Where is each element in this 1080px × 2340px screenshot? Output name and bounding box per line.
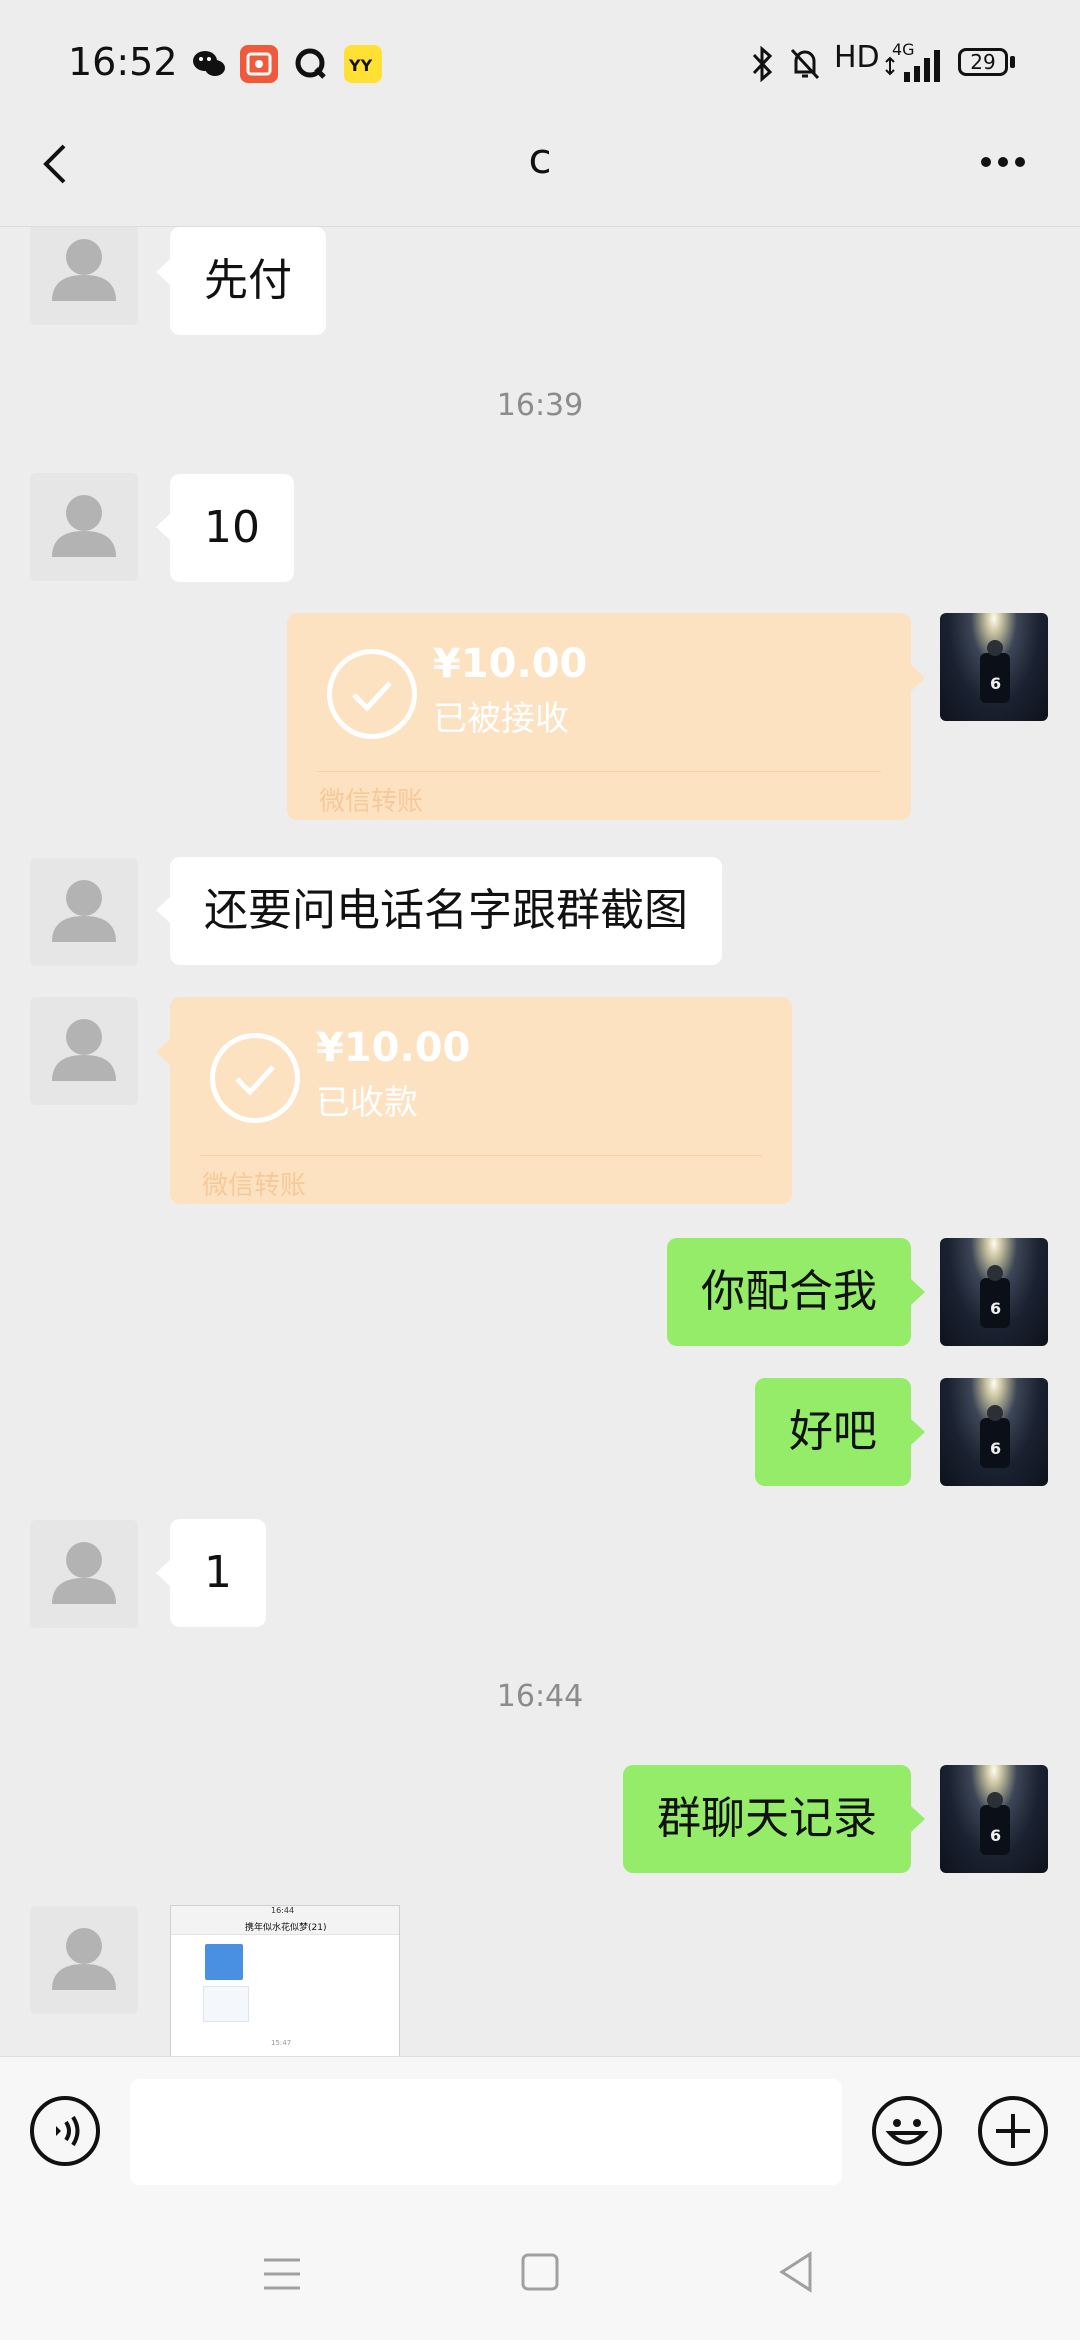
- thumb-grid: [203, 1986, 249, 2022]
- triangle-back-icon: [779, 2251, 812, 2293]
- message-bubble[interactable]: 群聊天记录: [623, 1765, 911, 1873]
- message-bubble[interactable]: 好吧: [755, 1378, 911, 1486]
- bubble-tail: [156, 1560, 170, 1586]
- home-nav-button[interactable]: [520, 2252, 560, 2296]
- network-type: 4G: [892, 40, 915, 59]
- bubble-tail: [156, 514, 170, 540]
- self-avatar[interactable]: 6: [940, 1378, 1048, 1486]
- square-home-icon: [521, 2253, 559, 2291]
- contact-avatar[interactable]: [30, 227, 138, 325]
- message-bubble[interactable]: 你配合我: [667, 1238, 911, 1346]
- bubble-tail: [156, 1039, 170, 1065]
- default-avatar-icon: [52, 495, 116, 557]
- svg-text:6: 6: [990, 674, 1001, 693]
- contact-avatar[interactable]: [30, 1520, 138, 1628]
- self-avatar[interactable]: 6: [940, 1238, 1048, 1346]
- more-functions-button[interactable]: [978, 2096, 1048, 2166]
- emoji-button[interactable]: [872, 2096, 942, 2166]
- more-dots-icon: [981, 157, 1025, 167]
- transfer-label: 微信转账: [202, 1171, 307, 1201]
- voice-icon: [56, 2115, 80, 2147]
- transfer-amount: ¥10.00: [433, 641, 588, 687]
- yy-icon: YY: [344, 45, 382, 83]
- transfer-amount: ¥10.00: [316, 1025, 471, 1071]
- contact-avatar[interactable]: [30, 858, 138, 966]
- default-avatar-icon: [52, 880, 116, 942]
- thumb-title: 携年似水花似梦(21): [245, 1923, 327, 1933]
- message-bubble[interactable]: 还要问电话名字跟群截图: [170, 857, 722, 965]
- player-photo: 6: [980, 1792, 1010, 1855]
- player-photo: 6: [980, 1405, 1010, 1468]
- menu-lines-icon: [264, 2258, 300, 2290]
- back-button[interactable]: [30, 132, 90, 192]
- bubble-tail: [156, 897, 170, 923]
- video-app-icon: [240, 45, 278, 83]
- system-navigation-bar: [0, 2186, 1080, 2340]
- battery-tip: [1010, 56, 1015, 68]
- divider: [200, 1155, 762, 1156]
- thumb-timestamp: 15:47: [271, 2039, 292, 2047]
- timestamp: 16:39: [496, 388, 584, 423]
- voice-button[interactable]: [30, 2096, 100, 2166]
- transfer-label: 微信转账: [319, 787, 424, 817]
- svg-text:YY: YY: [348, 56, 373, 75]
- message-bubble[interactable]: 10: [170, 474, 294, 582]
- page-title: c: [528, 134, 552, 183]
- contact-avatar[interactable]: [30, 473, 138, 581]
- transfer-card[interactable]: ¥10.00 已收款 微信转账: [170, 997, 792, 1204]
- chat-list[interactable]: 先付 16:39 10 ¥10.00 已被接收 微信转账 6 还要问电话名字跟群…: [0, 227, 1080, 2056]
- emoji-icon: [885, 2119, 929, 2145]
- plus-icon: [996, 2114, 1030, 2148]
- contact-avatar[interactable]: [30, 1906, 138, 2014]
- image-message[interactable]: 16:44 携年似水花似梦(21) 15:47: [170, 1905, 400, 2056]
- svg-text:6: 6: [990, 1299, 1001, 1318]
- check-circle-icon: [327, 649, 417, 739]
- transfer-card[interactable]: ¥10.00 已被接收 微信转账: [287, 613, 911, 820]
- self-avatar[interactable]: 6: [940, 1765, 1048, 1873]
- bluetooth-icon: [748, 45, 776, 86]
- more-button[interactable]: [970, 142, 1050, 182]
- bubble-tail: [911, 1806, 925, 1832]
- default-avatar-icon: [52, 1019, 116, 1081]
- player-photo: 6: [980, 640, 1010, 703]
- thumb-card: [205, 1944, 243, 1980]
- wechat-icon: [190, 45, 228, 83]
- transfer-status: 已被接收: [433, 699, 569, 739]
- chat-header: c: [0, 100, 1080, 227]
- svg-text:6: 6: [990, 1826, 1001, 1845]
- bubble-tail: [911, 1419, 925, 1445]
- bubble-tail: [911, 665, 925, 691]
- bubble-tail: [911, 1279, 925, 1305]
- mute-bell-icon: [788, 46, 822, 86]
- svg-text:6: 6: [990, 1439, 1001, 1458]
- transfer-status: 已收款: [316, 1083, 418, 1123]
- message-input[interactable]: [130, 2079, 842, 2185]
- timestamp: 16:44: [496, 1679, 584, 1714]
- default-avatar-icon: [52, 1928, 116, 1990]
- thumb-time: 16:44: [271, 1906, 295, 1915]
- contact-avatar[interactable]: [30, 997, 138, 1105]
- bubble-tail: [156, 259, 170, 285]
- check-circle-icon: [210, 1033, 300, 1123]
- default-avatar-icon: [52, 1542, 116, 1604]
- message-bubble[interactable]: 先付: [170, 227, 326, 335]
- self-avatar[interactable]: 6: [940, 613, 1048, 721]
- battery-indicator: 29: [958, 48, 1008, 76]
- input-bar: [0, 2056, 1080, 2187]
- signal-icon: 4G: [884, 40, 944, 88]
- default-avatar-icon: [52, 239, 116, 301]
- hd-indicator: HD: [834, 40, 880, 75]
- player-photo: 6: [980, 1265, 1010, 1328]
- chevron-left-icon: [43, 144, 66, 184]
- message-bubble[interactable]: 1: [170, 1519, 266, 1627]
- divider: [317, 771, 881, 772]
- back-nav-button[interactable]: [776, 2250, 816, 2298]
- status-time: 16:52: [68, 40, 178, 84]
- qq-icon: [292, 45, 330, 83]
- menu-nav-button[interactable]: [262, 2254, 302, 2298]
